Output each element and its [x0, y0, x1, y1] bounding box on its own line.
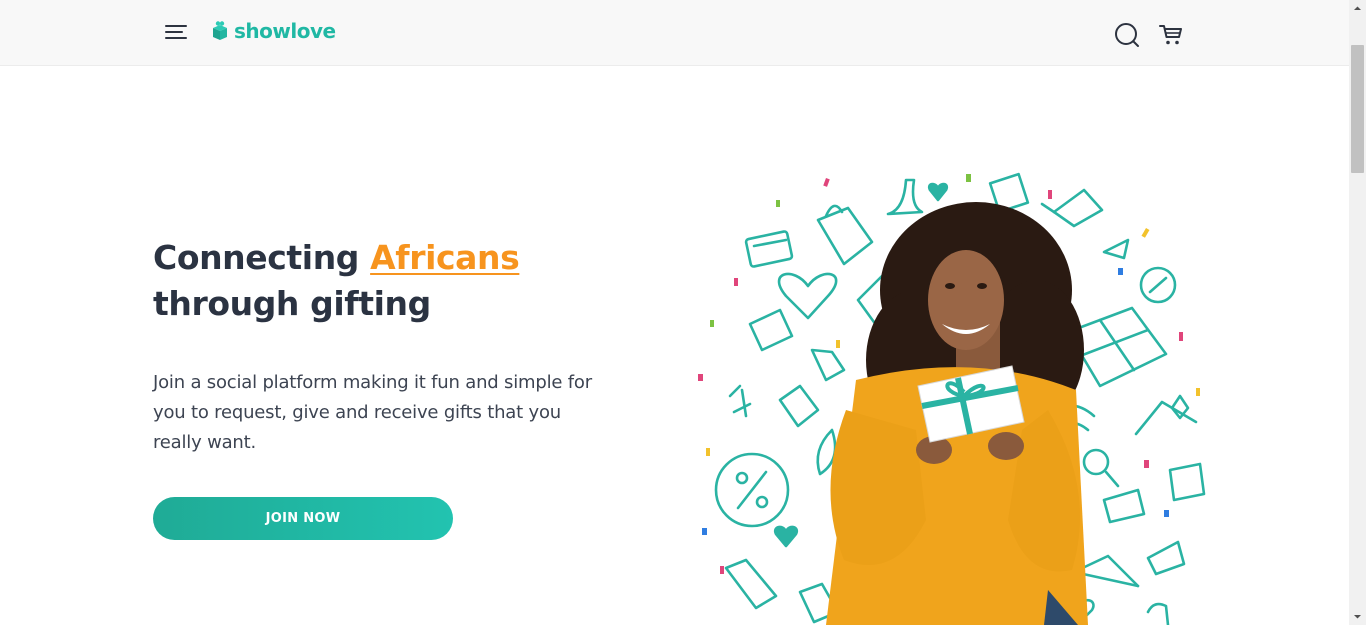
scroll-down-arrow-icon[interactable]	[1349, 608, 1366, 625]
scroll-up-arrow-icon[interactable]	[1349, 0, 1366, 17]
brand-logo[interactable]: showlove	[210, 17, 336, 45]
hamburger-menu-icon[interactable]	[163, 22, 189, 42]
gift-box-logo-icon	[213, 21, 227, 40]
hero-description: Join a social platform making it fun and…	[153, 372, 592, 453]
scrollbar-thumb[interactable]	[1351, 45, 1364, 173]
hero-title-accent[interactable]: Africans	[370, 238, 520, 277]
page-scrollbar[interactable]	[1349, 0, 1366, 625]
hero-illustration	[698, 172, 1206, 625]
hero-title-suffix: through gifting	[153, 284, 431, 323]
join-now-button[interactable]: JOIN NOW	[153, 497, 453, 540]
brand-name: showlove	[234, 19, 336, 43]
hero-title-prefix: Connecting	[153, 238, 371, 277]
top-navbar: showlove	[0, 0, 1349, 66]
hero-title: Connecting Africans through gifting	[153, 235, 633, 327]
cart-icon[interactable]	[1158, 23, 1184, 47]
search-icon[interactable]	[1114, 22, 1140, 48]
